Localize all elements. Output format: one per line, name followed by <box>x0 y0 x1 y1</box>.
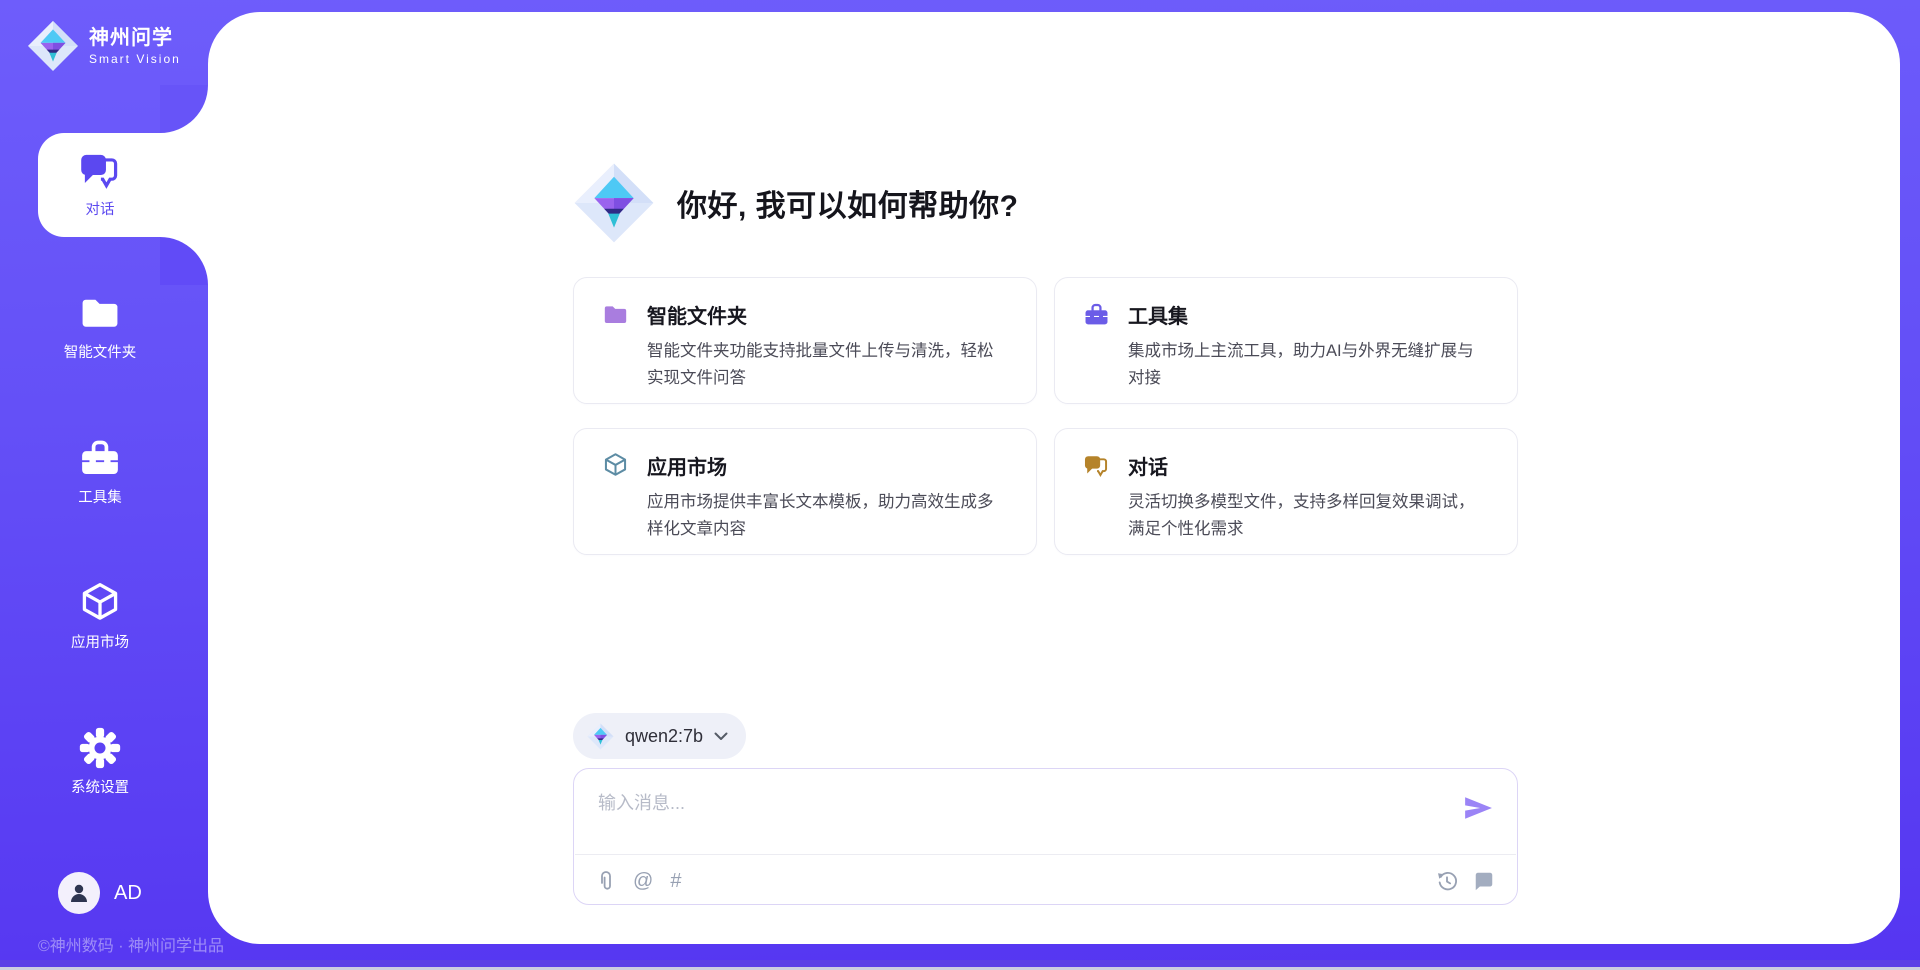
card-description: 灵活切换多模型文件，支持多样回复效果调试，满足个性化需求 <box>1128 489 1489 542</box>
gear-icon <box>78 726 122 770</box>
brand-diamond-icon <box>27 20 79 72</box>
composer-divider <box>575 854 1516 855</box>
sidebar-item-app-market[interactable]: 应用市场 <box>0 581 200 652</box>
feature-cards: 智能文件夹 智能文件夹功能支持批量文件上传与清洗，轻松实现文件问答 工具集 集成… <box>573 277 1518 555</box>
assistant-diamond-icon <box>573 160 655 246</box>
card-app-market[interactable]: 应用市场 应用市场提供丰富长文本模板，助力高效生成多样化文章内容 <box>573 428 1037 555</box>
user-initials: AD <box>114 882 142 905</box>
folder-icon <box>602 301 629 328</box>
attach-file-icon[interactable] <box>596 870 616 892</box>
greeting-title: 你好, 我可以如何帮助你? <box>677 181 1019 225</box>
model-selector[interactable]: qwen2:7b <box>573 713 746 759</box>
message-input[interactable] <box>574 769 1434 849</box>
mention-icon[interactable]: @ <box>633 871 653 891</box>
sidebar-item-label: 智能文件夹 <box>0 341 200 362</box>
sidebar-item-chat[interactable]: 对话 <box>0 148 200 219</box>
chat-icon <box>78 148 122 192</box>
card-toolset[interactable]: 工具集 集成市场上主流工具，助力AI与外界无缝扩展与对接 <box>1054 277 1518 404</box>
message-composer: @ # <box>573 768 1518 905</box>
greeting-block: 你好, 我可以如何帮助你? <box>573 160 1019 246</box>
card-title: 智能文件夹 <box>647 300 747 329</box>
toolbox-icon <box>1083 301 1110 328</box>
sidebar-item-label: 工具集 <box>0 486 200 507</box>
history-icon[interactable] <box>1436 870 1458 892</box>
card-title: 应用市场 <box>647 451 727 480</box>
card-chat[interactable]: 对话 灵活切换多模型文件，支持多样回复效果调试，满足个性化需求 <box>1054 428 1518 555</box>
chevron-down-icon <box>714 732 728 741</box>
brand-title: 神州问学 <box>89 27 181 50</box>
copyright-footer: ©神州数码 · 神州问学出品 <box>38 932 224 956</box>
card-description: 应用市场提供丰富长文本模板，助力高效生成多样化文章内容 <box>647 489 1008 542</box>
sidebar-item-label: 系统设置 <box>0 776 200 797</box>
model-name: qwen2:7b <box>625 726 703 747</box>
person-icon <box>67 881 91 905</box>
card-description: 集成市场上主流工具，助力AI与外界无缝扩展与对接 <box>1128 338 1489 391</box>
hashtag-icon[interactable]: # <box>670 871 681 891</box>
model-diamond-icon <box>587 723 614 750</box>
card-title: 对话 <box>1128 451 1168 480</box>
conversation-icon[interactable] <box>1473 870 1495 892</box>
card-smart-folder[interactable]: 智能文件夹 智能文件夹功能支持批量文件上传与清洗，轻松实现文件问答 <box>573 277 1037 404</box>
toolbox-icon <box>78 436 122 480</box>
card-title: 工具集 <box>1128 300 1188 329</box>
send-icon[interactable] <box>1463 795 1493 821</box>
brand-logo: 神州问学 Smart Vision <box>27 20 181 72</box>
sidebar-item-label: 应用市场 <box>0 631 200 652</box>
card-description: 智能文件夹功能支持批量文件上传与清洗，轻松实现文件问答 <box>647 338 1008 391</box>
user-account[interactable]: AD <box>58 872 142 914</box>
sidebar: 神州问学 Smart Vision 对话 智能文件夹 工具集 应用市场 系统设置 <box>0 0 208 970</box>
sidebar-item-toolset[interactable]: 工具集 <box>0 436 200 507</box>
sidebar-item-smart-folder[interactable]: 智能文件夹 <box>0 291 200 362</box>
cube-icon <box>78 581 122 625</box>
app-window: 神州问学 Smart Vision 对话 智能文件夹 工具集 应用市场 系统设置 <box>0 0 1920 970</box>
cube-icon <box>602 452 629 479</box>
avatar <box>58 872 100 914</box>
chat-icon <box>1083 452 1110 479</box>
folder-icon <box>78 291 122 335</box>
sidebar-item-settings[interactable]: 系统设置 <box>0 726 200 797</box>
brand-subtitle: Smart Vision <box>89 52 181 66</box>
bottom-strip <box>0 960 1920 967</box>
sidebar-item-label: 对话 <box>0 198 200 219</box>
